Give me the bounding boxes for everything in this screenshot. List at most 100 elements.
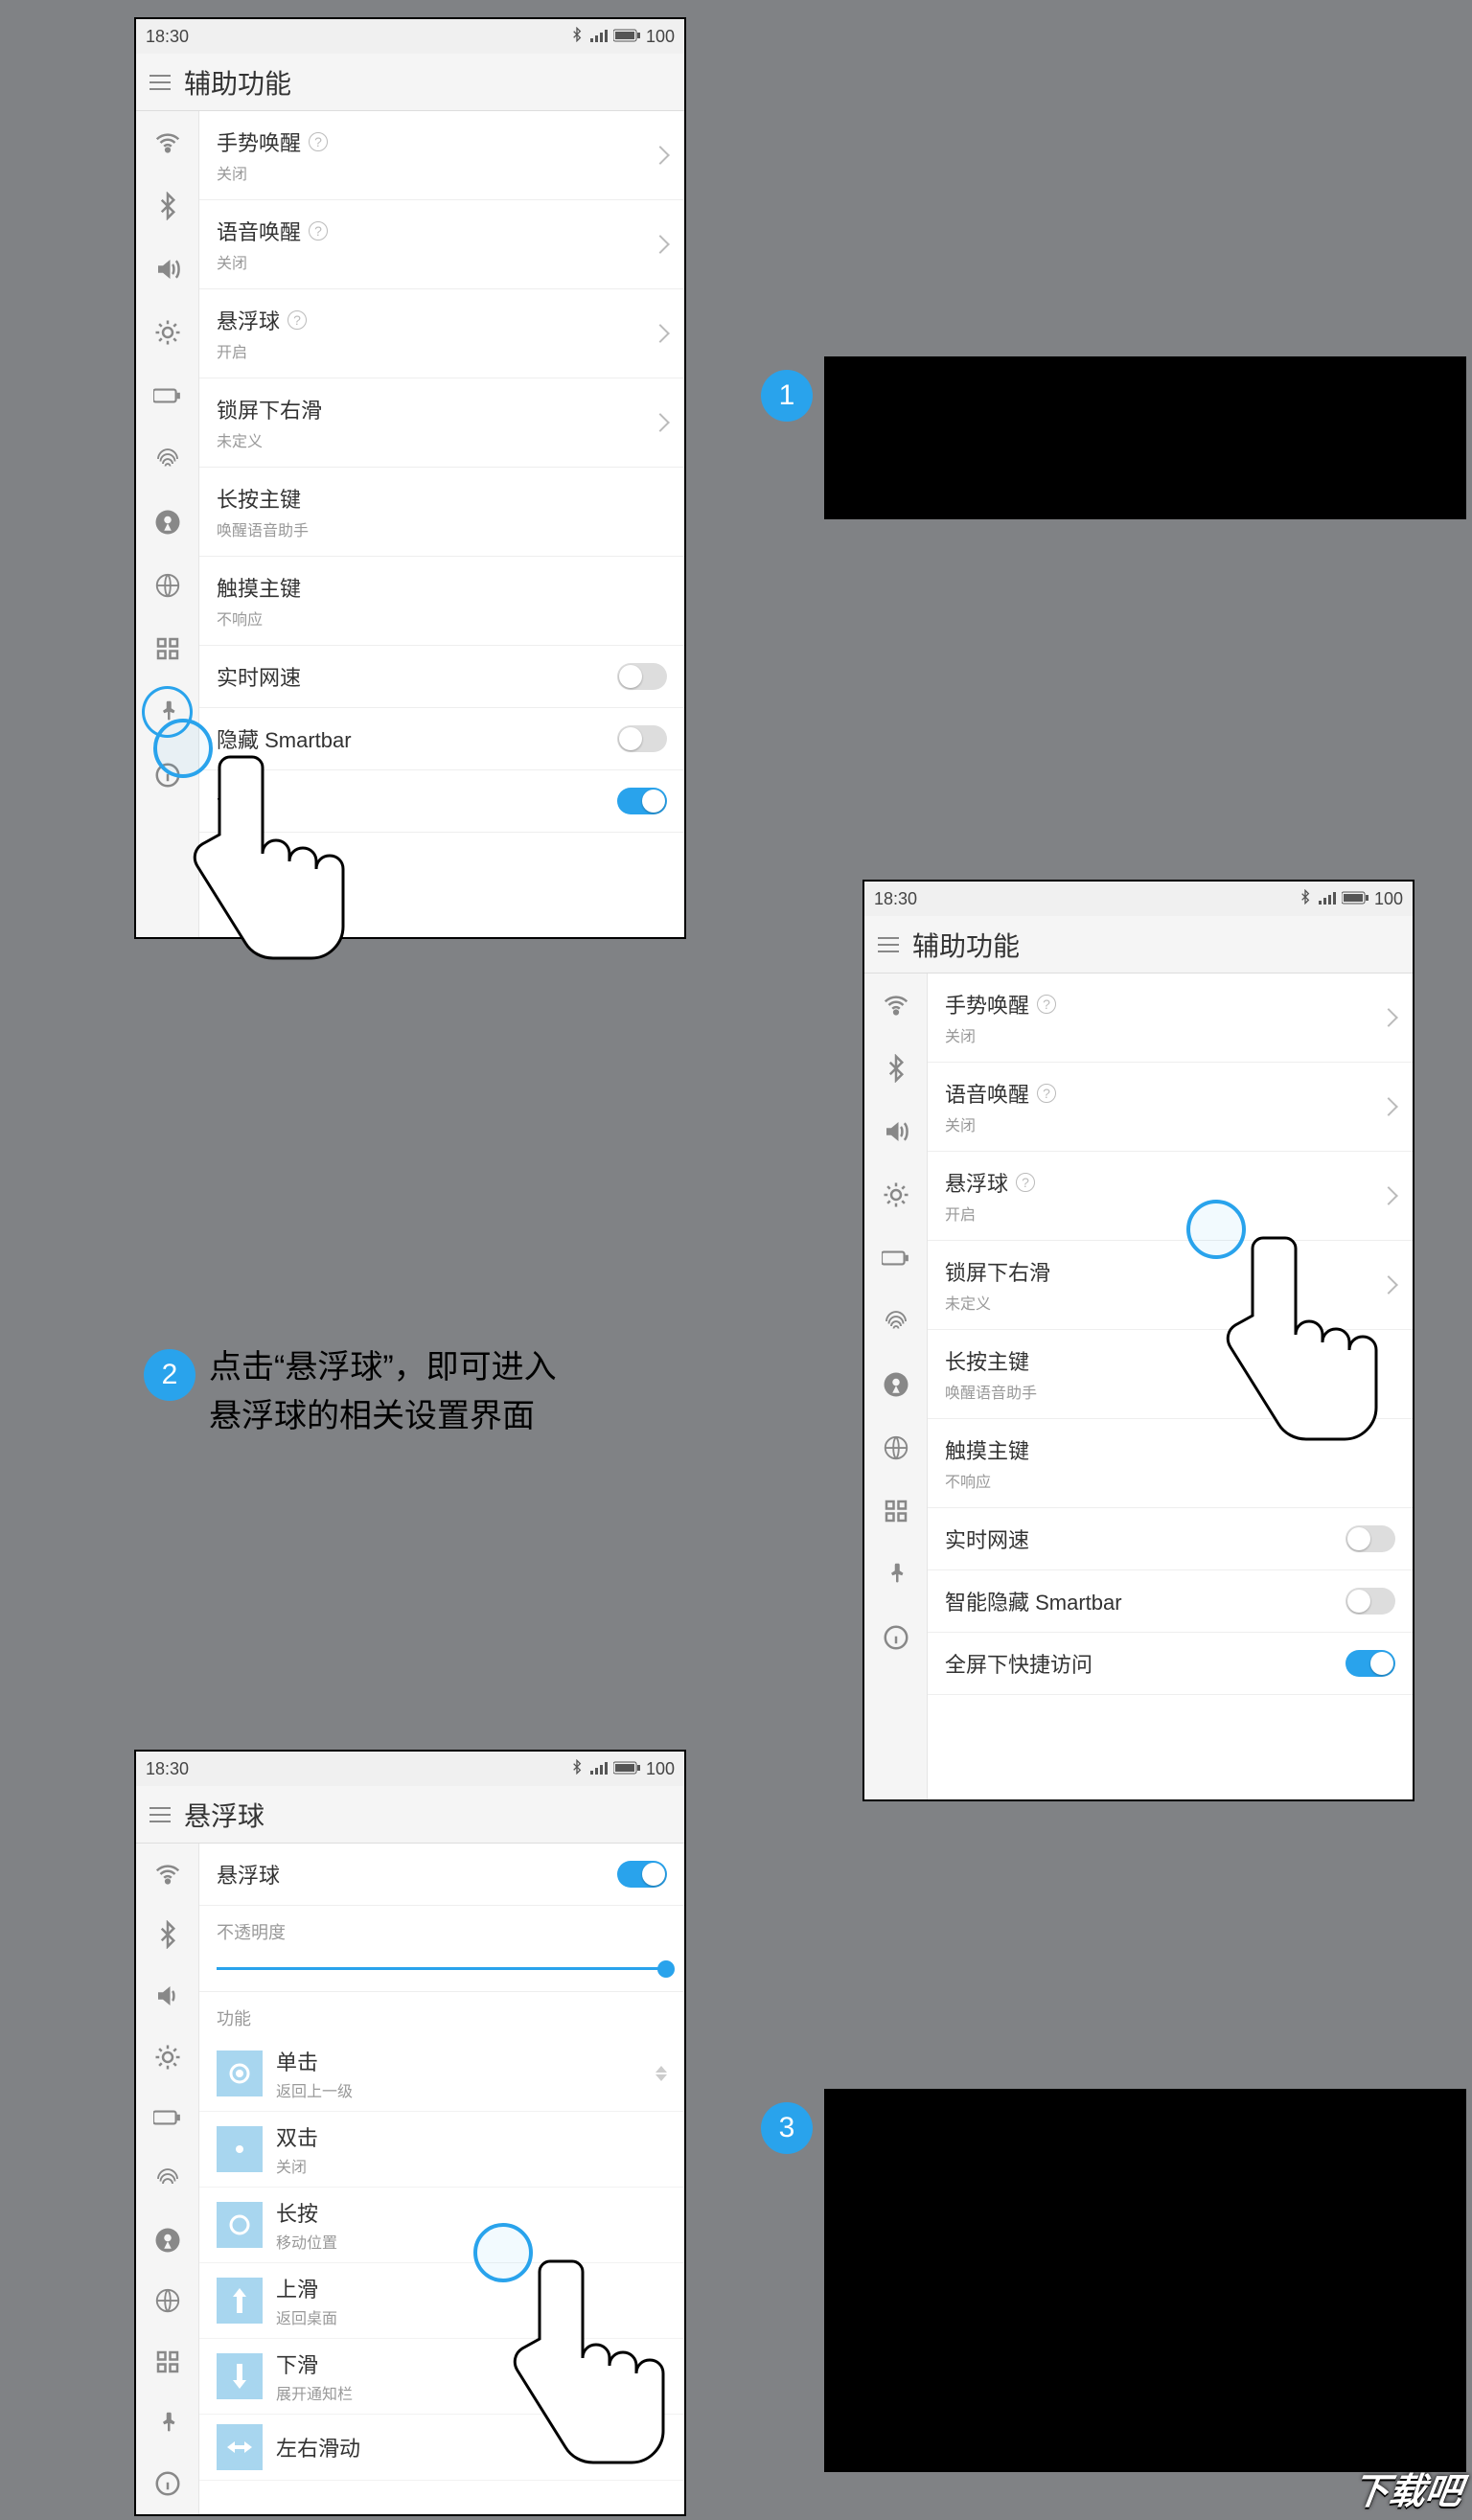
help-icon[interactable]: ? — [288, 310, 307, 330]
row-title-text: 长按主键 — [217, 483, 301, 514]
row-net-speed[interactable]: 实时网速 — [199, 646, 684, 708]
info-icon[interactable] — [136, 2453, 198, 2514]
row-float-ball[interactable]: 悬浮球? 开启 — [199, 289, 684, 378]
battery-sidebar-icon[interactable] — [864, 1226, 927, 1290]
accessibility-icon[interactable] — [864, 1543, 927, 1606]
hand-pointer-icon — [493, 2242, 684, 2472]
fingerprint-icon[interactable] — [864, 1290, 927, 1353]
help-icon[interactable]: ? — [309, 221, 328, 241]
row-net-speed[interactable]: 实时网速 — [928, 1508, 1413, 1570]
row-voice-wake[interactable]: 语音唤醒?关闭 — [928, 1063, 1413, 1152]
row-touch-home[interactable]: 触摸主键 不响应 — [199, 557, 684, 646]
battery-sidebar-icon[interactable] — [136, 364, 198, 427]
sound-icon[interactable] — [136, 238, 198, 301]
watermark: 下载吧 — [1349, 2462, 1466, 2514]
row-title-text: 锁屏下右滑 — [217, 394, 322, 424]
wifi-icon[interactable] — [136, 1844, 198, 1905]
row-lock-swipe[interactable]: 锁屏下右滑 未定义 — [199, 378, 684, 468]
globe-icon[interactable] — [136, 2270, 198, 2331]
location-icon[interactable] — [136, 2210, 198, 2271]
brightness-icon[interactable] — [136, 301, 198, 364]
toggle-on[interactable] — [1346, 1650, 1395, 1677]
step-badge-1: 1 — [761, 370, 813, 422]
help-icon[interactable]: ? — [1016, 1173, 1035, 1192]
row-voice-wake[interactable]: 语音唤醒? 关闭 — [199, 200, 684, 289]
bluetooth-icon — [569, 1759, 585, 1779]
long-press-action-icon — [217, 2202, 263, 2248]
help-icon[interactable]: ? — [1037, 995, 1056, 1014]
screen-title: 辅助功能 — [184, 63, 291, 102]
location-icon[interactable] — [864, 1353, 927, 1416]
location-icon[interactable] — [136, 491, 198, 554]
accessibility-icon[interactable] — [136, 2393, 198, 2454]
signal-icon — [590, 27, 608, 47]
bluetooth-icon — [1298, 889, 1313, 909]
brightness-icon[interactable] — [136, 2027, 198, 2088]
bluetooth-sidebar-icon[interactable] — [864, 1037, 927, 1100]
chevron-right-icon — [651, 235, 670, 254]
reorder-icon[interactable] — [656, 2066, 667, 2081]
toggle-on[interactable] — [617, 1861, 667, 1888]
toggle-off[interactable] — [617, 663, 667, 690]
row-title-text: 手势唤醒 — [217, 126, 301, 157]
battery-icon — [613, 27, 640, 47]
swipe-up-action-icon — [217, 2278, 263, 2324]
step-2-text: 点击“悬浮球”，即可进入 悬浮球的相关设置界面 — [209, 1343, 557, 1441]
help-icon[interactable]: ? — [309, 132, 328, 151]
sound-icon[interactable] — [136, 1965, 198, 2027]
row-sub-text: 开启 — [217, 339, 654, 362]
row-title-text: 悬浮球 — [217, 305, 280, 335]
help-icon[interactable]: ? — [1037, 1084, 1056, 1103]
battery-pct: 100 — [646, 1759, 675, 1779]
row-smartbar[interactable]: 智能隐藏 Smartbar — [928, 1570, 1413, 1633]
battery-sidebar-icon[interactable] — [136, 2088, 198, 2149]
slider-knob[interactable] — [657, 1960, 675, 1978]
swipe-down-action-icon — [217, 2353, 263, 2399]
toggle-off[interactable] — [1346, 1588, 1395, 1615]
row-quick-access[interactable]: 全屏下快捷访问 — [928, 1633, 1413, 1695]
toggle-off[interactable] — [617, 725, 667, 752]
row-long-home[interactable]: 长按主键 唤醒语音助手 — [199, 468, 684, 557]
row-sub-text: 唤醒语音助手 — [217, 517, 667, 540]
title-bar: 辅助功能 — [864, 916, 1413, 974]
opacity-slider[interactable] — [199, 1950, 684, 1992]
globe-icon[interactable] — [136, 554, 198, 617]
action-tap[interactable]: 单击返回上一级 — [199, 2036, 684, 2112]
menu-icon[interactable] — [150, 1807, 171, 1822]
action-double-tap[interactable]: 双击关闭 — [199, 2112, 684, 2188]
title-bar: 辅助功能 — [136, 54, 684, 111]
brightness-icon[interactable] — [864, 1163, 927, 1226]
chevron-right-icon — [651, 324, 670, 343]
hand-pointer-icon — [172, 738, 364, 968]
bluetooth-sidebar-icon[interactable] — [136, 1905, 198, 1966]
apps-icon[interactable] — [864, 1479, 927, 1543]
apps-icon[interactable] — [136, 2331, 198, 2393]
wifi-icon[interactable] — [136, 111, 198, 174]
row-sub-text: 关闭 — [217, 161, 654, 184]
screen-title: 悬浮球 — [184, 1796, 264, 1834]
chevron-right-icon — [651, 413, 670, 432]
menu-icon[interactable] — [150, 75, 171, 90]
status-bar: 18:30 100 — [136, 19, 684, 54]
menu-icon[interactable] — [878, 937, 899, 952]
status-bar: 18:30 100 — [864, 882, 1413, 916]
wifi-icon[interactable] — [864, 974, 927, 1037]
battery-pct: 100 — [646, 27, 675, 47]
row-title-text: 触摸主键 — [217, 572, 301, 603]
fingerprint-icon[interactable] — [136, 427, 198, 491]
apps-icon[interactable] — [136, 617, 198, 680]
row-float-toggle[interactable]: 悬浮球 — [199, 1844, 684, 1906]
row-gesture-wake[interactable]: 手势唤醒? 关闭 — [199, 111, 684, 200]
row-sub-text: 未定义 — [217, 428, 654, 451]
step-badge-2: 2 — [144, 1349, 196, 1401]
row-title-text: 实时网速 — [217, 661, 301, 692]
toggle-on[interactable] — [617, 788, 667, 814]
info-icon[interactable] — [864, 1606, 927, 1669]
toggle-off[interactable] — [1346, 1525, 1395, 1552]
sound-icon[interactable] — [864, 1100, 927, 1163]
row-gesture-wake[interactable]: 手势唤醒?关闭 — [928, 974, 1413, 1063]
bluetooth-sidebar-icon[interactable] — [136, 174, 198, 238]
status-time: 18:30 — [146, 1759, 189, 1779]
fingerprint-icon[interactable] — [136, 2148, 198, 2210]
globe-icon[interactable] — [864, 1416, 927, 1479]
